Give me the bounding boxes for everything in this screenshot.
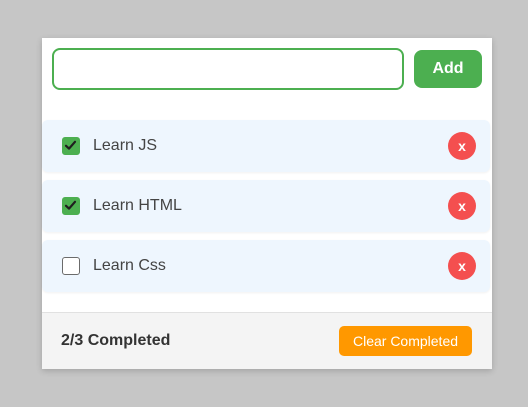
- delete-button[interactable]: x: [448, 132, 476, 160]
- checkmark-icon: [64, 200, 77, 210]
- todo-label: Learn Css: [93, 257, 166, 274]
- clear-completed-button[interactable]: Clear Completed: [339, 326, 472, 356]
- todo-list: Learn JS x Learn HTML x Learn Css x: [42, 120, 490, 300]
- checkmark-icon: [64, 140, 77, 150]
- delete-button[interactable]: x: [448, 192, 476, 220]
- todo-item: Learn Css x: [42, 240, 490, 292]
- todo-card: Add Learn JS x Learn HTML x Learn Css x: [42, 38, 492, 369]
- todo-label: Learn HTML: [93, 197, 182, 214]
- todo-item: Learn HTML x: [42, 180, 490, 232]
- todo-checkbox[interactable]: [62, 197, 80, 215]
- completed-count: 2/3 Completed: [61, 332, 171, 349]
- todo-checkbox[interactable]: [62, 257, 80, 275]
- todo-checkbox[interactable]: [62, 137, 80, 155]
- todo-item: Learn JS x: [42, 120, 490, 172]
- todo-input[interactable]: [52, 48, 404, 90]
- delete-button[interactable]: x: [448, 252, 476, 280]
- todo-footer: 2/3 Completed Clear Completed: [42, 312, 492, 369]
- add-button[interactable]: Add: [414, 50, 482, 88]
- todo-label: Learn JS: [93, 137, 158, 154]
